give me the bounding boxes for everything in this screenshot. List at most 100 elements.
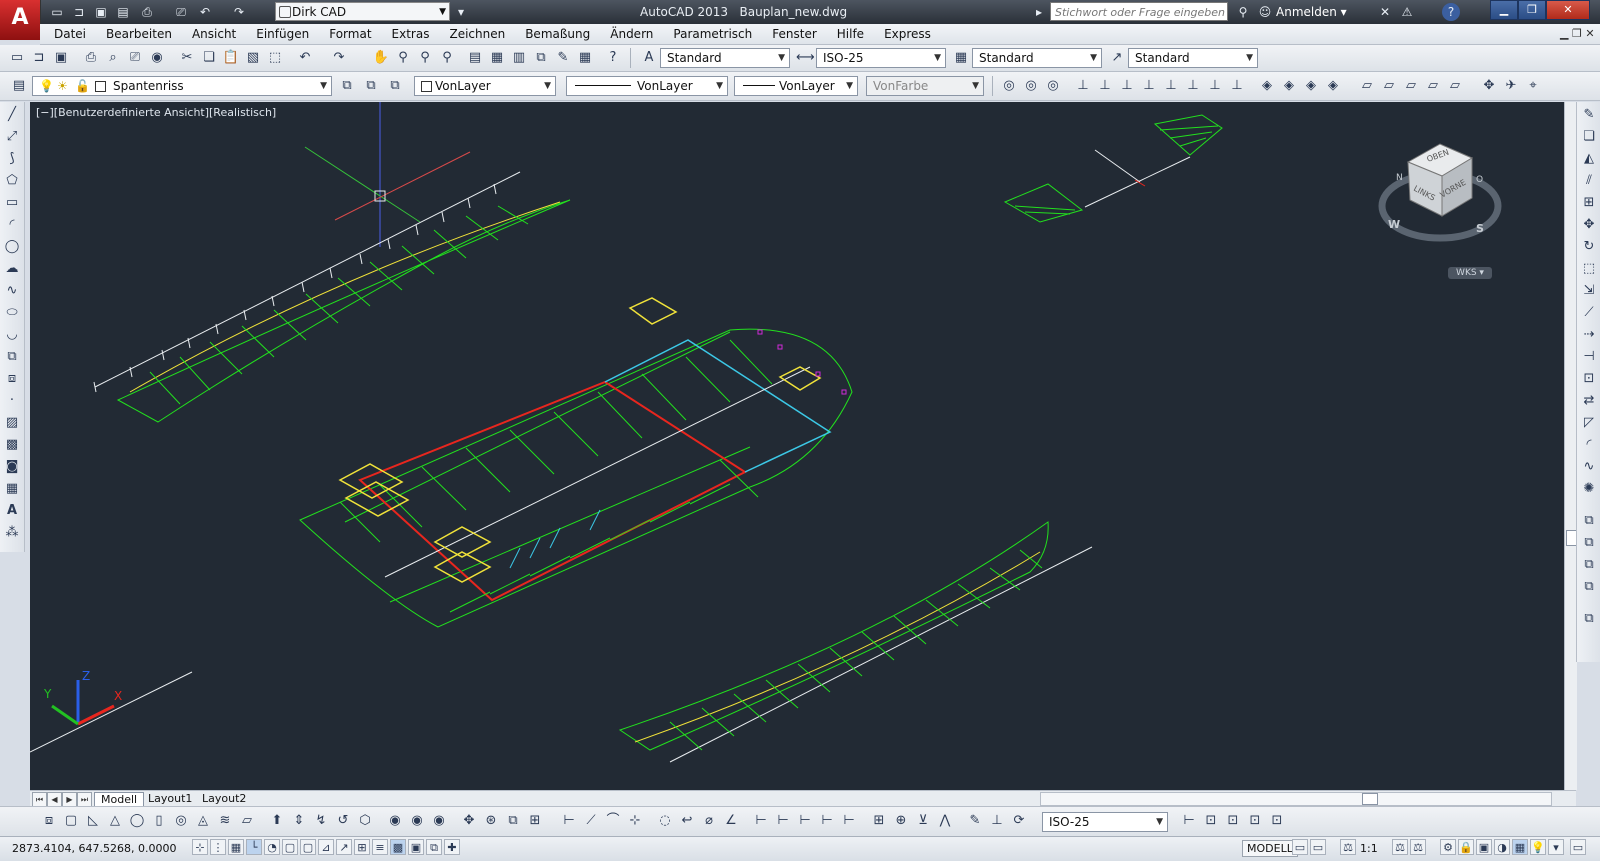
close-button[interactable]: ✕ bbox=[1546, 0, 1590, 20]
loft-icon[interactable]: ⬡ bbox=[356, 812, 374, 830]
plot-icon[interactable]: ⎚ bbox=[172, 3, 190, 21]
isolate-objects-icon[interactable]: ◑ bbox=[1494, 839, 1510, 855]
scale-icon[interactable]: ⬚ bbox=[1580, 260, 1598, 278]
publish-icon[interactable]: ⎙ bbox=[138, 3, 156, 21]
fillet-icon[interactable]: ◜ bbox=[1580, 436, 1598, 454]
multiline-text-icon[interactable]: A bbox=[3, 502, 21, 520]
redo-icon[interactable]: ↷ bbox=[230, 3, 248, 21]
section-icon[interactable]: ⊡ bbox=[1224, 812, 1242, 830]
text-style-icon[interactable]: A bbox=[640, 49, 658, 67]
annotation-scale-value[interactable]: 1:1 bbox=[1360, 842, 1378, 855]
insert-block-icon[interactable]: ⧉ bbox=[3, 348, 21, 366]
linetype-select[interactable]: VonLayer ▼ bbox=[566, 76, 728, 96]
ucs-view-icon[interactable]: ⊥ bbox=[1184, 77, 1202, 95]
lineweight-display-icon[interactable]: ≡ bbox=[372, 839, 388, 855]
tab-layout2[interactable]: Layout2 bbox=[196, 792, 252, 806]
help-icon[interactable]: ? bbox=[1442, 3, 1460, 21]
3d-align-icon[interactable]: ⧉ bbox=[504, 812, 522, 830]
revision-cloud-icon[interactable]: ☁ bbox=[3, 260, 21, 278]
copy-icon[interactable]: ❏ bbox=[200, 49, 218, 67]
layer-previous-icon[interactable]: ⧉ bbox=[362, 77, 380, 95]
quick-dim-icon[interactable]: ⊢ bbox=[752, 812, 770, 830]
trim-icon[interactable]: ⟋ bbox=[1580, 304, 1598, 322]
publish-icon[interactable]: ⎚ bbox=[126, 49, 144, 67]
spline-icon[interactable]: ∿ bbox=[3, 282, 21, 300]
ortho-mode-icon[interactable]: └ bbox=[246, 839, 262, 855]
conceptual-style-icon[interactable]: ◈ bbox=[1324, 77, 1342, 95]
continuous-orbit-icon[interactable]: ◎ bbox=[1044, 77, 1062, 95]
ucs-menu-button[interactable]: WKS ▾ bbox=[1448, 267, 1492, 279]
multileader-style-select[interactable]: Standard ▼ bbox=[1128, 48, 1258, 68]
send-to-back-icon[interactable]: ⧉ bbox=[1580, 556, 1598, 574]
menu-parametrisch[interactable]: Parametrisch bbox=[663, 24, 762, 44]
hidden-style-icon[interactable]: ◈ bbox=[1280, 77, 1298, 95]
compass-west[interactable]: W bbox=[1388, 218, 1400, 231]
arc-length-icon[interactable]: ⌒ bbox=[604, 812, 622, 830]
redo-icon[interactable]: ↷ bbox=[330, 49, 348, 67]
menu-bemassung[interactable]: Bemaßung bbox=[515, 24, 600, 44]
extrude-icon[interactable]: ⬆ bbox=[268, 812, 286, 830]
circle-icon[interactable]: ◯ bbox=[3, 238, 21, 256]
baseline-dim-icon[interactable]: ⊢ bbox=[774, 812, 792, 830]
diameter-dim-icon[interactable]: ⌀ bbox=[700, 812, 718, 830]
help-icon[interactable]: ? bbox=[604, 49, 622, 67]
menu-fenster[interactable]: Fenster bbox=[762, 24, 827, 44]
gradient-icon[interactable]: ▩ bbox=[3, 436, 21, 454]
presspull-icon[interactable]: ⇕ bbox=[290, 812, 308, 830]
rotate-icon[interactable]: ↻ bbox=[1580, 238, 1598, 256]
3d-array-icon[interactable]: ⊞ bbox=[526, 812, 544, 830]
status-menu-icon[interactable]: ▾ bbox=[1548, 839, 1564, 855]
arc-icon[interactable]: ◜ bbox=[3, 216, 21, 234]
quickcalc-icon[interactable]: ▦ bbox=[576, 49, 594, 67]
intersect-icon[interactable]: ◉ bbox=[430, 812, 448, 830]
layer-state-icon[interactable]: ⧉ bbox=[386, 77, 404, 95]
user-icon[interactable]: ☺ bbox=[1256, 3, 1274, 21]
ucs-object-icon[interactable]: ⊥ bbox=[1162, 77, 1180, 95]
transparency-icon[interactable]: ▩ bbox=[390, 839, 406, 855]
model-space-toggle[interactable]: MODELL bbox=[1242, 840, 1298, 857]
ellipse-icon[interactable]: ⬭ bbox=[3, 304, 21, 322]
dim-break-icon[interactable]: ⊢ bbox=[840, 812, 858, 830]
sheet-set-icon[interactable]: ⧉ bbox=[532, 49, 550, 67]
object-snap-tracking-icon[interactable]: ⊿ bbox=[318, 839, 334, 855]
paste-icon[interactable]: 📋 bbox=[222, 49, 240, 67]
add-selected-icon[interactable]: ⁂ bbox=[3, 524, 21, 542]
undo-icon[interactable]: ↶ bbox=[296, 49, 314, 67]
ucs-zaxis-icon[interactable]: ⊥ bbox=[1228, 77, 1246, 95]
zoom-realtime-icon[interactable]: ⚲ bbox=[394, 49, 412, 67]
block-editor-icon[interactable]: ⬚ bbox=[266, 49, 284, 67]
table-style-select[interactable]: Standard ▼ bbox=[972, 48, 1102, 68]
search-expand-icon[interactable]: ▸ bbox=[1030, 3, 1048, 21]
extend-icon[interactable]: ⇢ bbox=[1580, 326, 1598, 344]
open-icon[interactable]: ⊐ bbox=[30, 49, 48, 67]
break-at-point-icon[interactable]: ⊣ bbox=[1580, 348, 1598, 366]
3d-move-icon[interactable]: ✥ bbox=[460, 812, 478, 830]
viewcube[interactable]: OBEN LINKS VORNE W S N O bbox=[1378, 143, 1502, 242]
revolve-icon[interactable]: ↺ bbox=[334, 812, 352, 830]
zoom-window-icon[interactable]: ⚲ bbox=[416, 49, 434, 67]
union-icon[interactable]: ◉ bbox=[386, 812, 404, 830]
menu-bearbeiten[interactable]: Bearbeiten bbox=[96, 24, 182, 44]
view-front-icon[interactable]: ▱ bbox=[1446, 77, 1464, 95]
color-select[interactable]: VonLayer ▼ bbox=[414, 76, 556, 96]
center-mark-icon[interactable]: ⊕ bbox=[892, 812, 910, 830]
menu-ansicht[interactable]: Ansicht bbox=[182, 24, 246, 44]
menu-aendern[interactable]: Ändern bbox=[600, 24, 663, 44]
ucs-icon[interactable]: ⊥ bbox=[1074, 77, 1092, 95]
continue-dim-icon[interactable]: ⊢ bbox=[796, 812, 814, 830]
3d-rotate-icon[interactable]: ⊛ bbox=[482, 812, 500, 830]
region-icon[interactable]: ◙ bbox=[3, 458, 21, 476]
clean-screen-icon[interactable]: ▦ bbox=[1512, 839, 1528, 855]
zoom-previous-icon[interactable]: ⚲ bbox=[438, 49, 456, 67]
realistic-style-icon[interactable]: ◈ bbox=[1302, 77, 1320, 95]
dim-edit-icon[interactable]: ✎ bbox=[966, 812, 984, 830]
layer-properties-icon[interactable]: ▤ bbox=[10, 77, 28, 95]
quick-access-customize-icon[interactable]: ▾ bbox=[452, 3, 470, 21]
undo-icon[interactable]: ↶ bbox=[196, 3, 214, 21]
sweep-icon[interactable]: ↯ bbox=[312, 812, 330, 830]
save-as-icon[interactable]: ▤ bbox=[114, 3, 132, 21]
design-center-icon[interactable]: ▦ bbox=[488, 49, 506, 67]
fly-icon[interactable]: ✈ bbox=[1502, 77, 1520, 95]
make-current-layer-icon[interactable]: ⧉ bbox=[338, 77, 356, 95]
annotation-visibility-icon[interactable]: ⚖ bbox=[1392, 839, 1408, 855]
